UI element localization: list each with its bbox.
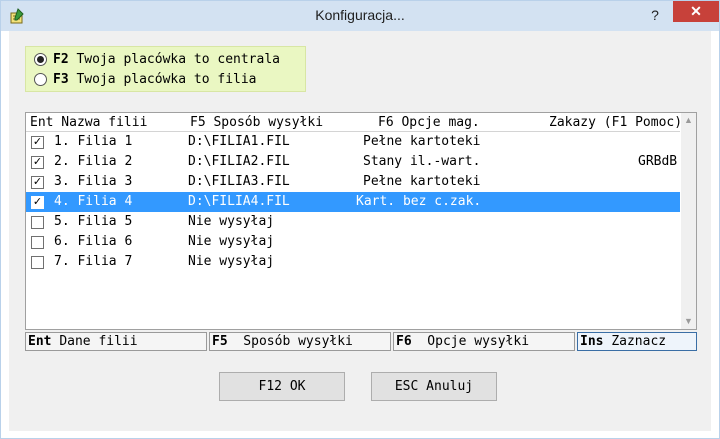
row-name: 4. Filia 4 <box>54 194 133 209</box>
cancel-button[interactable]: ESC Anuluj <box>371 372 497 401</box>
row-checkbox[interactable]: ✓ <box>31 176 44 189</box>
column-header-send[interactable]: F5 Sposób wysyłki <box>190 115 323 130</box>
row-checkbox[interactable]: ✓ <box>31 156 44 169</box>
radio-selected-icon[interactable] <box>34 52 47 66</box>
radio-label: Twoja placówka to centrala <box>76 51 280 67</box>
dialog-window: Konfiguracja... ? ✕ F2 Twoja placówka to… <box>0 0 720 439</box>
fkey-key: Ent <box>28 334 52 349</box>
row-send: D:\FILIA1.FIL <box>188 134 290 149</box>
fkey-key: F6 <box>396 334 412 349</box>
row-checkbox[interactable]: ✓ <box>31 136 44 149</box>
row-send: Nie wysyłaj <box>188 254 275 269</box>
radio-label: Twoja placówka to filia <box>76 71 257 87</box>
row-options: Pełne kartoteki <box>363 134 481 149</box>
list-row[interactable]: 5. Filia 5 Nie wysyłaj <box>26 212 680 232</box>
vertical-scrollbar[interactable]: ▲ ▼ <box>681 113 696 329</box>
fkey-key: F5 <box>212 334 228 349</box>
radio-key: F2 <box>53 51 69 67</box>
row-send: D:\FILIA4.FIL <box>188 194 290 209</box>
row-send: Nie wysyłaj <box>188 214 275 229</box>
list-row[interactable]: 6. Filia 6 Nie wysyłaj <box>26 232 680 252</box>
help-button[interactable]: ? <box>647 7 663 25</box>
window-title: Konfiguracja... <box>315 7 405 23</box>
radio-option-branch[interactable]: F3 Twoja placówka to filia <box>34 70 257 88</box>
list-row[interactable]: 7. Filia 7 Nie wysyłaj <box>26 252 680 272</box>
row-name: 3. Filia 3 <box>54 174 133 189</box>
row-checkbox[interactable]: ✓ <box>31 196 44 209</box>
list-row-selected[interactable]: ✓ 4. Filia 4 D:\FILIA4.FIL Kart. bez c.z… <box>26 192 680 212</box>
radio-unselected-icon[interactable] <box>34 72 47 86</box>
row-send: D:\FILIA2.FIL <box>188 154 290 169</box>
row-name: 7. Filia 7 <box>54 254 133 269</box>
scroll-down-arrow-icon[interactable]: ▼ <box>681 314 696 329</box>
row-name: 1. Filia 1 <box>54 134 133 149</box>
ok-button-label: F12 OK <box>258 379 306 394</box>
radio-key: F3 <box>53 71 69 87</box>
list-header: Ent Nazwa filii F5 Sposób wysyłki F6 Opc… <box>26 113 682 132</box>
title-bar[interactable]: Konfiguracja... ? ✕ <box>1 1 719 31</box>
scroll-up-arrow-icon[interactable]: ▲ <box>681 113 696 128</box>
row-send: D:\FILIA3.FIL <box>188 174 290 189</box>
branch-list[interactable]: Ent Nazwa filii F5 Sposób wysyłki F6 Opc… <box>25 112 697 330</box>
row-name: 2. Filia 2 <box>54 154 133 169</box>
row-orders: GRBdB <box>638 154 678 169</box>
row-name: 5. Filia 5 <box>54 214 133 229</box>
fkey-mark[interactable]: Ins Zaznacz <box>577 332 697 351</box>
column-header-orders[interactable]: Zakazy (F1 Pomoc) <box>549 115 682 130</box>
list-row[interactable]: ✓ 2. Filia 2 D:\FILIA2.FIL Stany il.-war… <box>26 152 680 172</box>
fkey-label: Sposób wysyłki <box>227 334 353 349</box>
ok-button[interactable]: F12 OK <box>219 372 345 401</box>
fkey-send-options[interactable]: F6 Opcje wysyłki <box>393 332 575 351</box>
row-checkbox[interactable] <box>31 216 44 229</box>
list-row[interactable]: ✓ 3. Filia 3 D:\FILIA3.FIL Pełne kartote… <box>26 172 680 192</box>
mode-radio-group: F2 Twoja placówka to centrala F3 Twoja p… <box>25 46 306 92</box>
row-checkbox[interactable] <box>31 236 44 249</box>
fkey-key: Ins <box>580 334 604 349</box>
close-button[interactable]: ✕ <box>673 1 719 22</box>
row-options: Kart. bez c.zak. <box>356 194 482 209</box>
fkey-send-method[interactable]: F5 Sposób wysyłki <box>209 332 391 351</box>
fkey-branch-data[interactable]: Ent Dane filii <box>25 332 207 351</box>
column-header-name[interactable]: Ent Nazwa filii <box>30 115 147 130</box>
row-checkbox[interactable] <box>31 256 44 269</box>
list-row[interactable]: ✓ 1. Filia 1 D:\FILIA1.FIL Pełne kartote… <box>26 132 680 152</box>
fkey-label: Opcje wysyłki <box>411 334 530 349</box>
row-name: 6. Filia 6 <box>54 234 133 249</box>
column-header-options[interactable]: F6 Opcje mag. <box>378 115 480 130</box>
fkey-label: Dane filii <box>59 334 138 349</box>
row-options: Pełne kartoteki <box>363 174 481 189</box>
fkey-label: Zaznacz <box>611 334 667 349</box>
radio-option-central[interactable]: F2 Twoja placówka to centrala <box>34 50 280 68</box>
dialog-client: F2 Twoja placówka to centrala F3 Twoja p… <box>9 31 711 431</box>
row-send: Nie wysyłaj <box>188 234 275 249</box>
row-options: Stany il.-wart. <box>363 154 481 169</box>
cancel-button-label: ESC Anuluj <box>394 379 474 394</box>
